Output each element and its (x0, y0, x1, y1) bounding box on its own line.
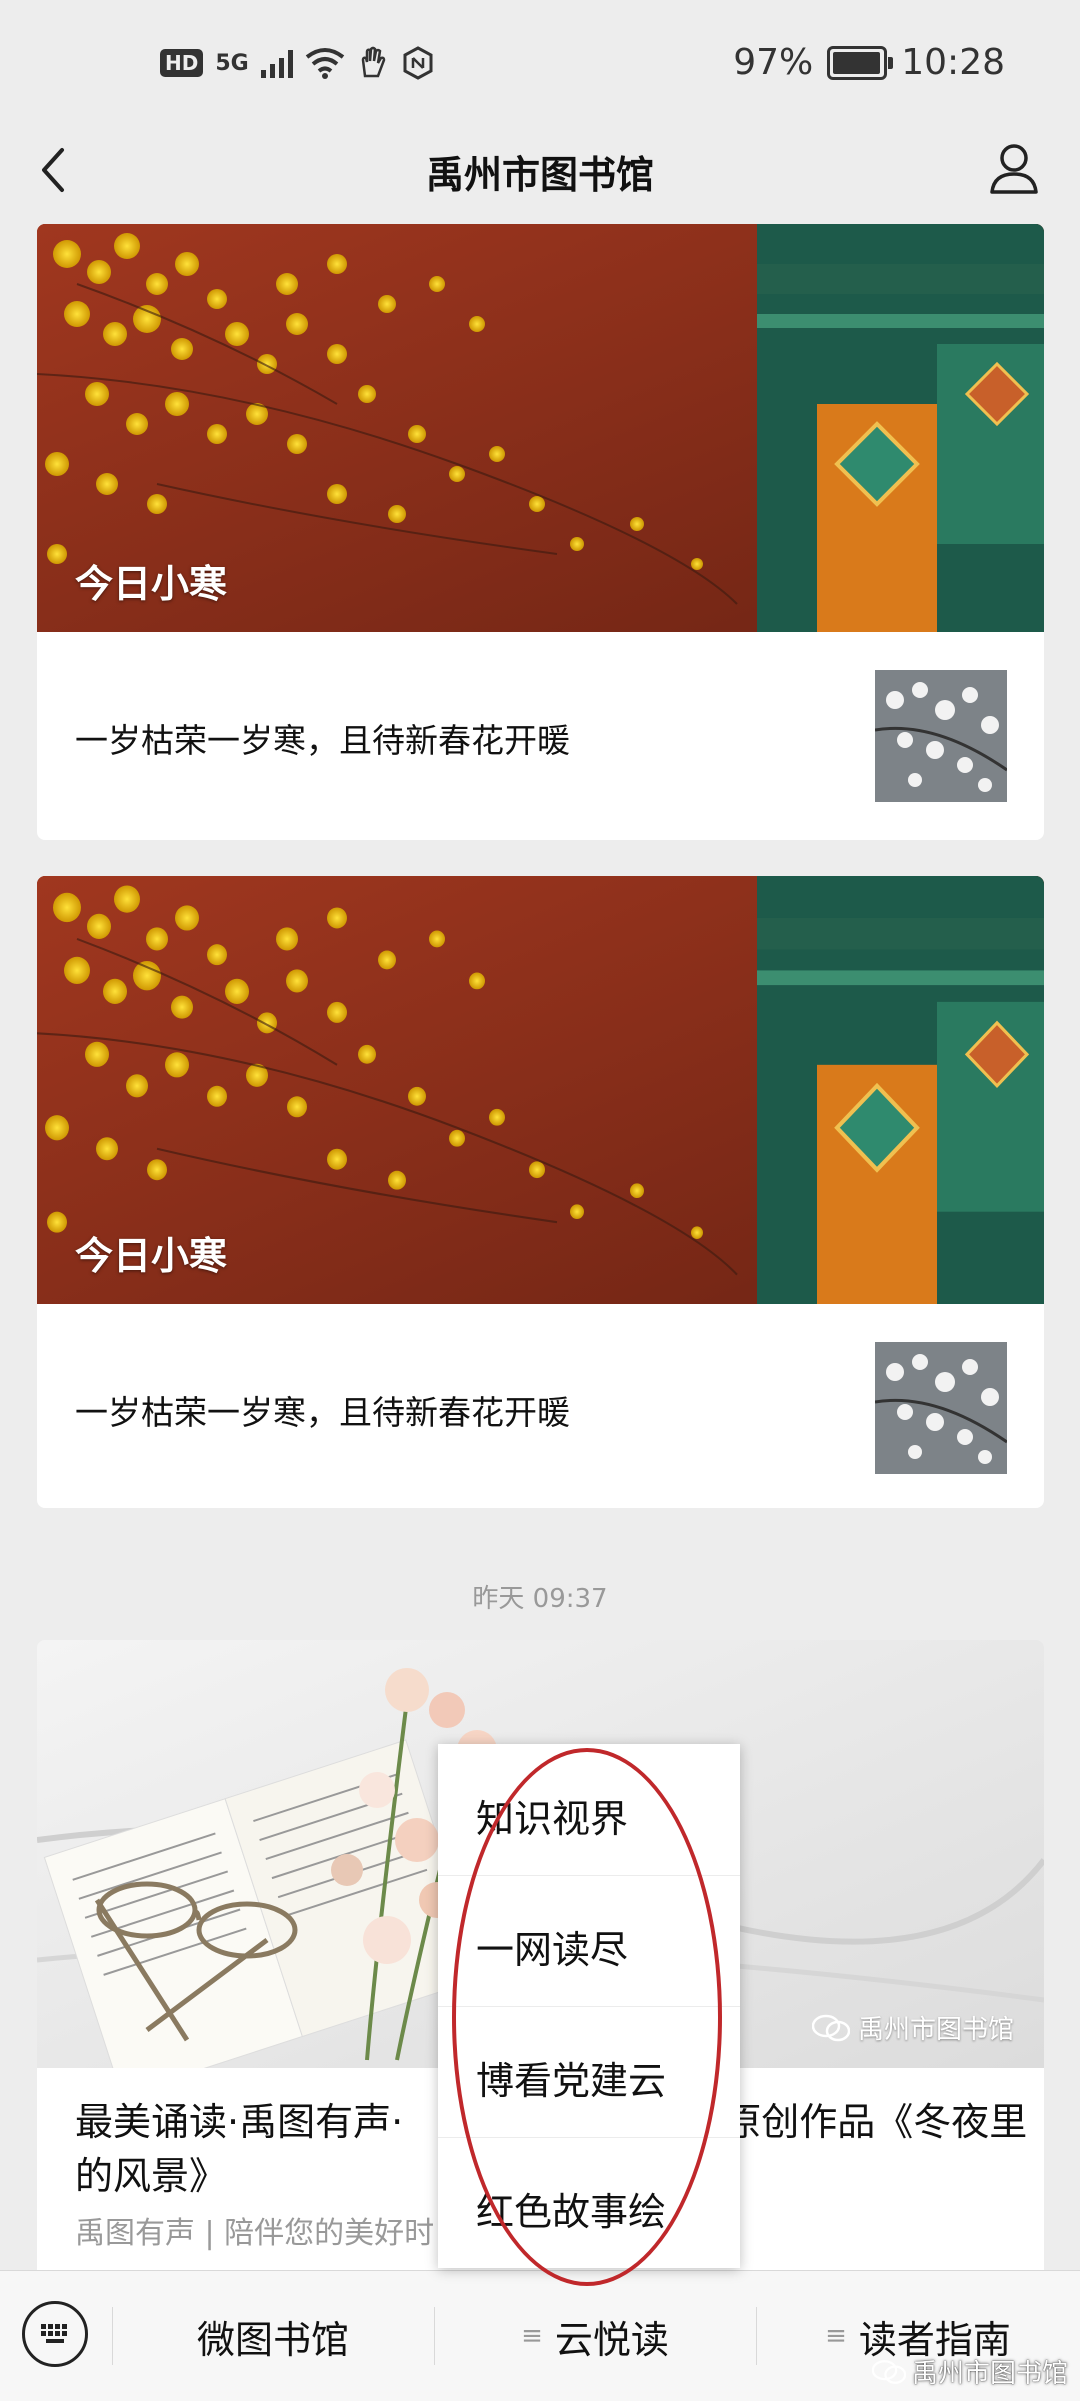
submenu-item-red-stories[interactable]: 红色故事绘 (438, 2137, 740, 2268)
menu-tab-cloud-reading[interactable]: ≡ 云悦读 (434, 2271, 756, 2401)
article-card[interactable]: 今日小寒 一岁枯荣一岁寒，且待新春花开暖 (37, 876, 1044, 1508)
hd-badge: HD (160, 49, 204, 77)
submenu-item-knowledge-horizon[interactable]: 知识视界 (438, 1744, 740, 1876)
hand-icon (361, 46, 385, 78)
menu-tab-label: 微图书馆 (196, 2317, 349, 2362)
sub-article-row[interactable]: 一岁枯荣一岁寒，且待新春花开暖 (37, 1304, 1044, 1508)
wechat-icon (871, 2359, 906, 2384)
battery-level (833, 51, 880, 74)
nav-bar: 禹州市图书馆 (0, 120, 1080, 220)
corner-watermark: 禹州市图书馆 (871, 2353, 1068, 2390)
clock: 10:28 (901, 42, 1005, 83)
sub-article-thumbnail (875, 670, 1007, 802)
cover-title: 今日小寒 (75, 1234, 228, 1278)
network-type: 5G (215, 50, 249, 76)
submenu-item-label: 一网读尽 (476, 1928, 629, 1972)
sub-article-row[interactable]: 一岁枯荣一岁寒，且待新春花开暖 (37, 632, 1044, 840)
message-timestamp: 昨天 09:37 (472, 1584, 608, 1614)
cover-image[interactable]: 今日小寒 (37, 224, 1044, 632)
article-title-part-1: 最美诵读·禹图有声· (75, 2100, 404, 2144)
cover-title: 今日小寒 (75, 562, 228, 606)
submenu-item-label: 红色故事绘 (476, 2190, 667, 2234)
article-meta: 禹图有声 | 陪伴您的美好时 (75, 2216, 435, 2251)
menu-tab-micro-library[interactable]: 微图书馆 (112, 2271, 434, 2401)
battery-icon (827, 45, 894, 80)
submenu-popup: 知识视界 一网读尽 博看党建云 红色故事绘 (438, 1744, 740, 2268)
status-bar: HD 5G 97% 10:28 (0, 0, 1080, 140)
article-card[interactable]: 今日小寒 一岁枯荣一岁寒，且待新春花开暖 (37, 224, 1044, 840)
submenu-item-label: 博看党建云 (476, 2059, 667, 2103)
cover-image[interactable]: 今日小寒 (37, 876, 1044, 1304)
watermark-text: 禹州市图书馆 (857, 2015, 1014, 2045)
submenu-item-party-cloud[interactable]: 博看党建云 (438, 2006, 740, 2138)
submenu-item-label: 知识视界 (476, 1797, 629, 1841)
status-icons-right: 97% 10:28 (733, 42, 1005, 83)
menu-lines-icon: ≡ (521, 2321, 543, 2351)
signal-icon (260, 48, 293, 78)
submenu-item-read-all[interactable]: 一网读尽 (438, 1875, 740, 2007)
wechat-icon (811, 2014, 850, 2041)
sub-article-title: 一岁枯荣一岁寒，且待新春花开暖 (75, 1393, 570, 1432)
person-icon[interactable] (986, 140, 1042, 196)
menu-lines-icon: ≡ (825, 2321, 847, 2351)
page-title: 禹州市图书馆 (425, 153, 654, 197)
cover-watermark: 禹州市图书馆 (811, 2009, 1014, 2046)
corner-watermark-text: 禹州市图书馆 (911, 2359, 1068, 2389)
nfc-icon (403, 46, 433, 80)
wifi-icon (305, 48, 344, 79)
battery-percent: 97% (733, 42, 814, 83)
status-icons-left: HD 5G (160, 46, 435, 80)
keyboard-icon[interactable] (22, 2301, 88, 2367)
sub-article-thumbnail (875, 1342, 1007, 1474)
menu-tab-label: 云悦读 (554, 2317, 669, 2362)
sub-article-title: 一岁枯荣一岁寒，且待新春花开暖 (75, 721, 570, 760)
